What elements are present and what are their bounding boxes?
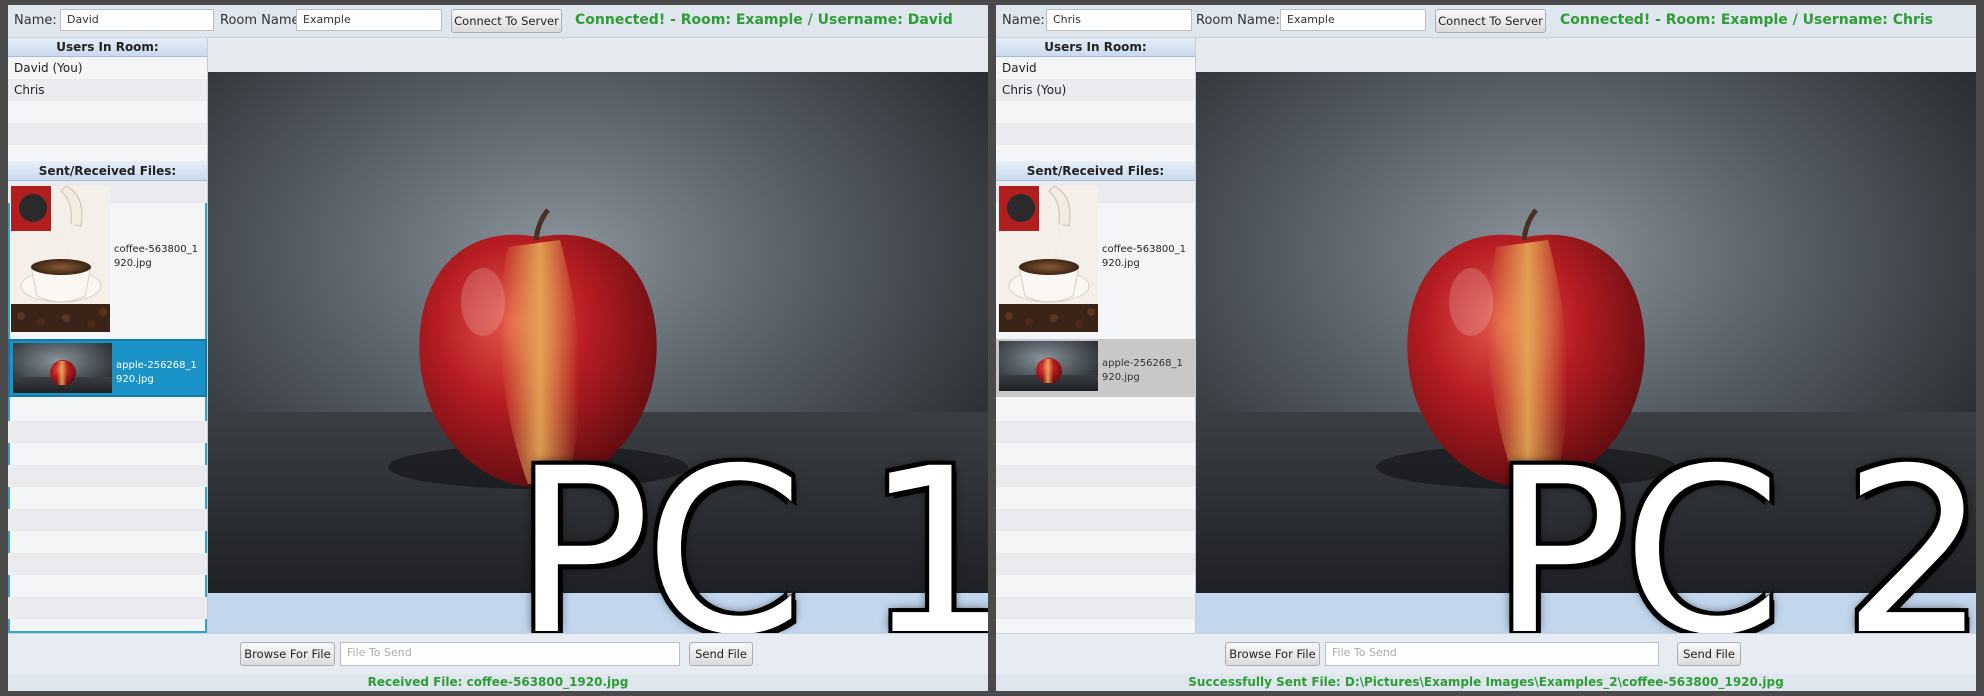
send-file-button[interactable]: Send File bbox=[689, 642, 753, 666]
image-preview-pane: PC 2 bbox=[1196, 38, 1976, 666]
list-filler-row bbox=[996, 531, 1195, 553]
preview-top-strip bbox=[1196, 38, 1976, 72]
connection-toolbar: Name: Chris Room Name: Example Connect T… bbox=[996, 5, 1976, 38]
pc-overlay-label: PC 1 bbox=[513, 419, 988, 685]
user-list-empty-row bbox=[996, 123, 1195, 145]
connection-status: Connected! - Room: Example / Username: D… bbox=[575, 12, 953, 28]
connect-to-server-button[interactable]: Connect To Server bbox=[1435, 9, 1546, 33]
image-preview-pane: PC 1 bbox=[208, 38, 988, 666]
files-list[interactable]: coffee-563800_1920.jpg apple-256268_1920… bbox=[996, 181, 1195, 633]
file-name: coffee-563800_1920.jpg bbox=[1102, 244, 1186, 269]
send-file-button[interactable]: Send File bbox=[1677, 642, 1741, 666]
transfer-status: Received File: coffee-563800_1920.jpg bbox=[8, 674, 988, 691]
connect-to-server-button[interactable]: Connect To Server bbox=[451, 9, 562, 33]
user-item[interactable]: David bbox=[996, 57, 1195, 79]
sent-received-files-header: Sent/Received Files: bbox=[8, 162, 207, 181]
list-filler-row bbox=[8, 597, 207, 619]
send-toolbar: Browse For File File To Send Send File bbox=[8, 633, 988, 675]
list-filler-row bbox=[8, 509, 207, 531]
coffee-thumbnail bbox=[999, 186, 1098, 332]
coffee-thumbnail bbox=[11, 186, 110, 332]
file-item-selected[interactable]: apple-256268_1920.jpg bbox=[8, 339, 207, 397]
send-toolbar: Browse For File File To Send Send File bbox=[996, 633, 1976, 675]
file-item[interactable]: coffee-563800_1920.jpg bbox=[996, 183, 1195, 337]
room-name-label: Room Name: bbox=[220, 13, 304, 28]
list-filler-row bbox=[8, 487, 207, 509]
name-label: Name: bbox=[1002, 13, 1045, 28]
list-filler-row bbox=[996, 487, 1195, 509]
list-filler-row bbox=[996, 399, 1195, 421]
users-in-room-header: Users In Room: bbox=[8, 38, 207, 57]
list-filler-row bbox=[8, 443, 207, 465]
room-name-input[interactable]: Example bbox=[296, 9, 442, 31]
user-list-empty-row bbox=[8, 101, 207, 123]
room-name-input[interactable]: Example bbox=[1280, 9, 1426, 31]
user-list-empty-row bbox=[8, 123, 207, 145]
pc-overlay-label: PC 2 bbox=[1491, 419, 1976, 685]
list-filler-row bbox=[996, 465, 1195, 487]
list-filler-row bbox=[8, 421, 207, 443]
name-label: Name: bbox=[14, 13, 57, 28]
user-list-empty-row bbox=[996, 101, 1195, 123]
file-item[interactable]: apple-256268_1920.jpg bbox=[996, 339, 1195, 397]
list-filler-row bbox=[8, 399, 207, 421]
list-filler-row bbox=[8, 553, 207, 575]
file-to-send-input[interactable]: File To Send bbox=[340, 642, 680, 666]
apple-thumbnail bbox=[13, 343, 112, 393]
users-in-room-header: Users In Room: bbox=[996, 38, 1195, 57]
users-list[interactable]: David Chris (You) bbox=[996, 57, 1195, 161]
list-filler-row bbox=[996, 597, 1195, 619]
sidebar: Users In Room: David (You) Chris Sent/Re… bbox=[8, 38, 208, 633]
list-filler-row bbox=[996, 443, 1195, 465]
connection-toolbar: Name: David Room Name: Example Connect T… bbox=[8, 5, 988, 38]
apple-thumbnail bbox=[999, 341, 1098, 391]
room-name-label: Room Name: bbox=[1196, 13, 1280, 28]
sent-received-files-header: Sent/Received Files: bbox=[996, 162, 1195, 181]
user-item[interactable]: Chris bbox=[8, 79, 207, 101]
list-filler-row bbox=[8, 575, 207, 597]
users-list[interactable]: David (You) Chris bbox=[8, 57, 207, 161]
list-filler-row bbox=[8, 531, 207, 553]
sidebar: Users In Room: David Chris (You) Sent/Re… bbox=[996, 38, 1196, 633]
list-filler-row bbox=[996, 575, 1195, 597]
name-input[interactable]: Chris bbox=[1046, 9, 1192, 31]
browse-for-file-button[interactable]: Browse For File bbox=[1225, 642, 1320, 666]
user-item[interactable]: Chris (You) bbox=[996, 79, 1195, 101]
transfer-status: Successfully Sent File: D:\Pictures\Exam… bbox=[996, 674, 1976, 691]
list-filler-row bbox=[996, 553, 1195, 575]
file-item[interactable]: coffee-563800_1920.jpg bbox=[8, 183, 207, 337]
file-to-send-input[interactable]: File To Send bbox=[1325, 642, 1659, 666]
file-name: apple-256268_1920.jpg bbox=[116, 360, 197, 385]
file-name: coffee-563800_1920.jpg bbox=[114, 244, 198, 269]
list-filler-row bbox=[8, 465, 207, 487]
pc2-window: Name: Chris Room Name: Example Connect T… bbox=[996, 5, 1976, 691]
file-name: apple-256268_1920.jpg bbox=[1102, 358, 1183, 383]
list-filler-row bbox=[996, 509, 1195, 531]
connection-status: Connected! - Room: Example / Username: C… bbox=[1560, 12, 1934, 28]
preview-top-strip bbox=[208, 38, 988, 72]
files-list[interactable]: coffee-563800_1920.jpg apple-256268_1920… bbox=[8, 181, 207, 633]
pc1-window: Name: David Room Name: Example Connect T… bbox=[8, 5, 988, 691]
user-item[interactable]: David (You) bbox=[8, 57, 207, 79]
list-filler-row bbox=[996, 421, 1195, 443]
browse-for-file-button[interactable]: Browse For File bbox=[240, 642, 335, 666]
name-input[interactable]: David bbox=[60, 9, 214, 31]
